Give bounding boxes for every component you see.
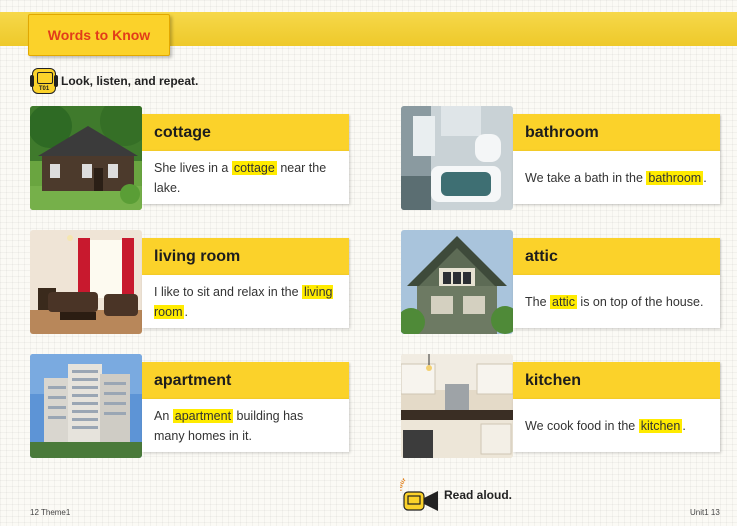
cottage-image xyxy=(30,106,142,210)
sentence-part: . xyxy=(703,170,707,185)
bathroom-image xyxy=(401,106,513,210)
read-aloud-text: Read aloud. xyxy=(444,488,513,502)
highlighted-word: cottage xyxy=(231,160,277,175)
example-sentence: She lives in a cottage near the lake. xyxy=(142,151,349,204)
instruction-row: T01 Look, listen, and repeat. xyxy=(30,68,199,94)
vocab-card-living-room: living room I like to sit and relax in t… xyxy=(30,230,350,334)
vocab-card-apartment: apartment An apartment building has many… xyxy=(30,354,350,458)
example-sentence: We cook food in the kitchen. xyxy=(513,399,720,452)
read-aloud-prompt: Your Turn Read aloud. xyxy=(400,478,512,512)
track-label: T01 xyxy=(38,86,50,92)
vocab-word: apartment xyxy=(142,362,349,399)
sentence-part: . xyxy=(184,304,188,319)
example-sentence: We take a bath in the bathroom. xyxy=(513,151,720,204)
attic-image xyxy=(401,230,513,334)
vocab-word: cottage xyxy=(142,114,349,151)
headphone-track-icon[interactable]: T01 xyxy=(30,68,58,94)
instruction-text: Look, listen, and repeat. xyxy=(61,74,199,88)
sentence-part: We cook food in the xyxy=(525,418,639,433)
section-header-tab: Words to Know xyxy=(28,14,170,56)
textbook-page: Words to Know T01 Look, listen, and repe… xyxy=(0,0,737,526)
apartment-image xyxy=(30,354,142,458)
sentence-part: We take a bath in the xyxy=(525,170,647,185)
highlighted-word: apartment xyxy=(172,408,234,423)
sentence-part: is on top of the house. xyxy=(576,294,704,309)
kitchen-image xyxy=(401,354,513,458)
vocab-card-bathroom: bathroom We take a bath in the bathroom. xyxy=(401,106,721,210)
vocab-card-attic: attic The attic is on top of the house. xyxy=(401,230,721,334)
section-title: Words to Know xyxy=(47,27,151,43)
vocab-card-kitchen: kitchen We cook food in the kitchen. xyxy=(401,354,721,458)
living-room-image xyxy=(30,230,142,334)
vocab-word: attic xyxy=(513,238,720,275)
megaphone-icon[interactable]: Your Turn xyxy=(400,478,440,512)
highlighted-word: kitchen xyxy=(638,418,683,433)
highlighted-word: bathroom xyxy=(646,170,704,185)
vocab-word: living room xyxy=(142,238,349,275)
your-turn-label: Your Turn xyxy=(400,478,421,492)
vocab-card-cottage: cottage She lives in a cottage near the … xyxy=(30,106,350,210)
right-page-number: Unit1 13 xyxy=(690,508,720,517)
sentence-part: . xyxy=(682,418,686,433)
example-sentence: An apartment building has many homes in … xyxy=(142,399,349,452)
example-sentence: The attic is on top of the house. xyxy=(513,275,720,328)
vocab-word: kitchen xyxy=(513,362,720,399)
sentence-part: She lives in a xyxy=(154,160,232,175)
svg-text:Your Turn: Your Turn xyxy=(400,478,421,492)
highlighted-word: attic xyxy=(550,294,577,309)
sentence-part: An xyxy=(154,408,173,423)
vocab-word: bathroom xyxy=(513,114,720,151)
example-sentence: I like to sit and relax in the living ro… xyxy=(142,275,349,328)
sentence-part: I like to sit and relax in the xyxy=(154,284,302,299)
sentence-part: The xyxy=(525,294,551,309)
track-face xyxy=(37,72,53,84)
left-page-number: 12 Theme1 xyxy=(30,508,71,517)
